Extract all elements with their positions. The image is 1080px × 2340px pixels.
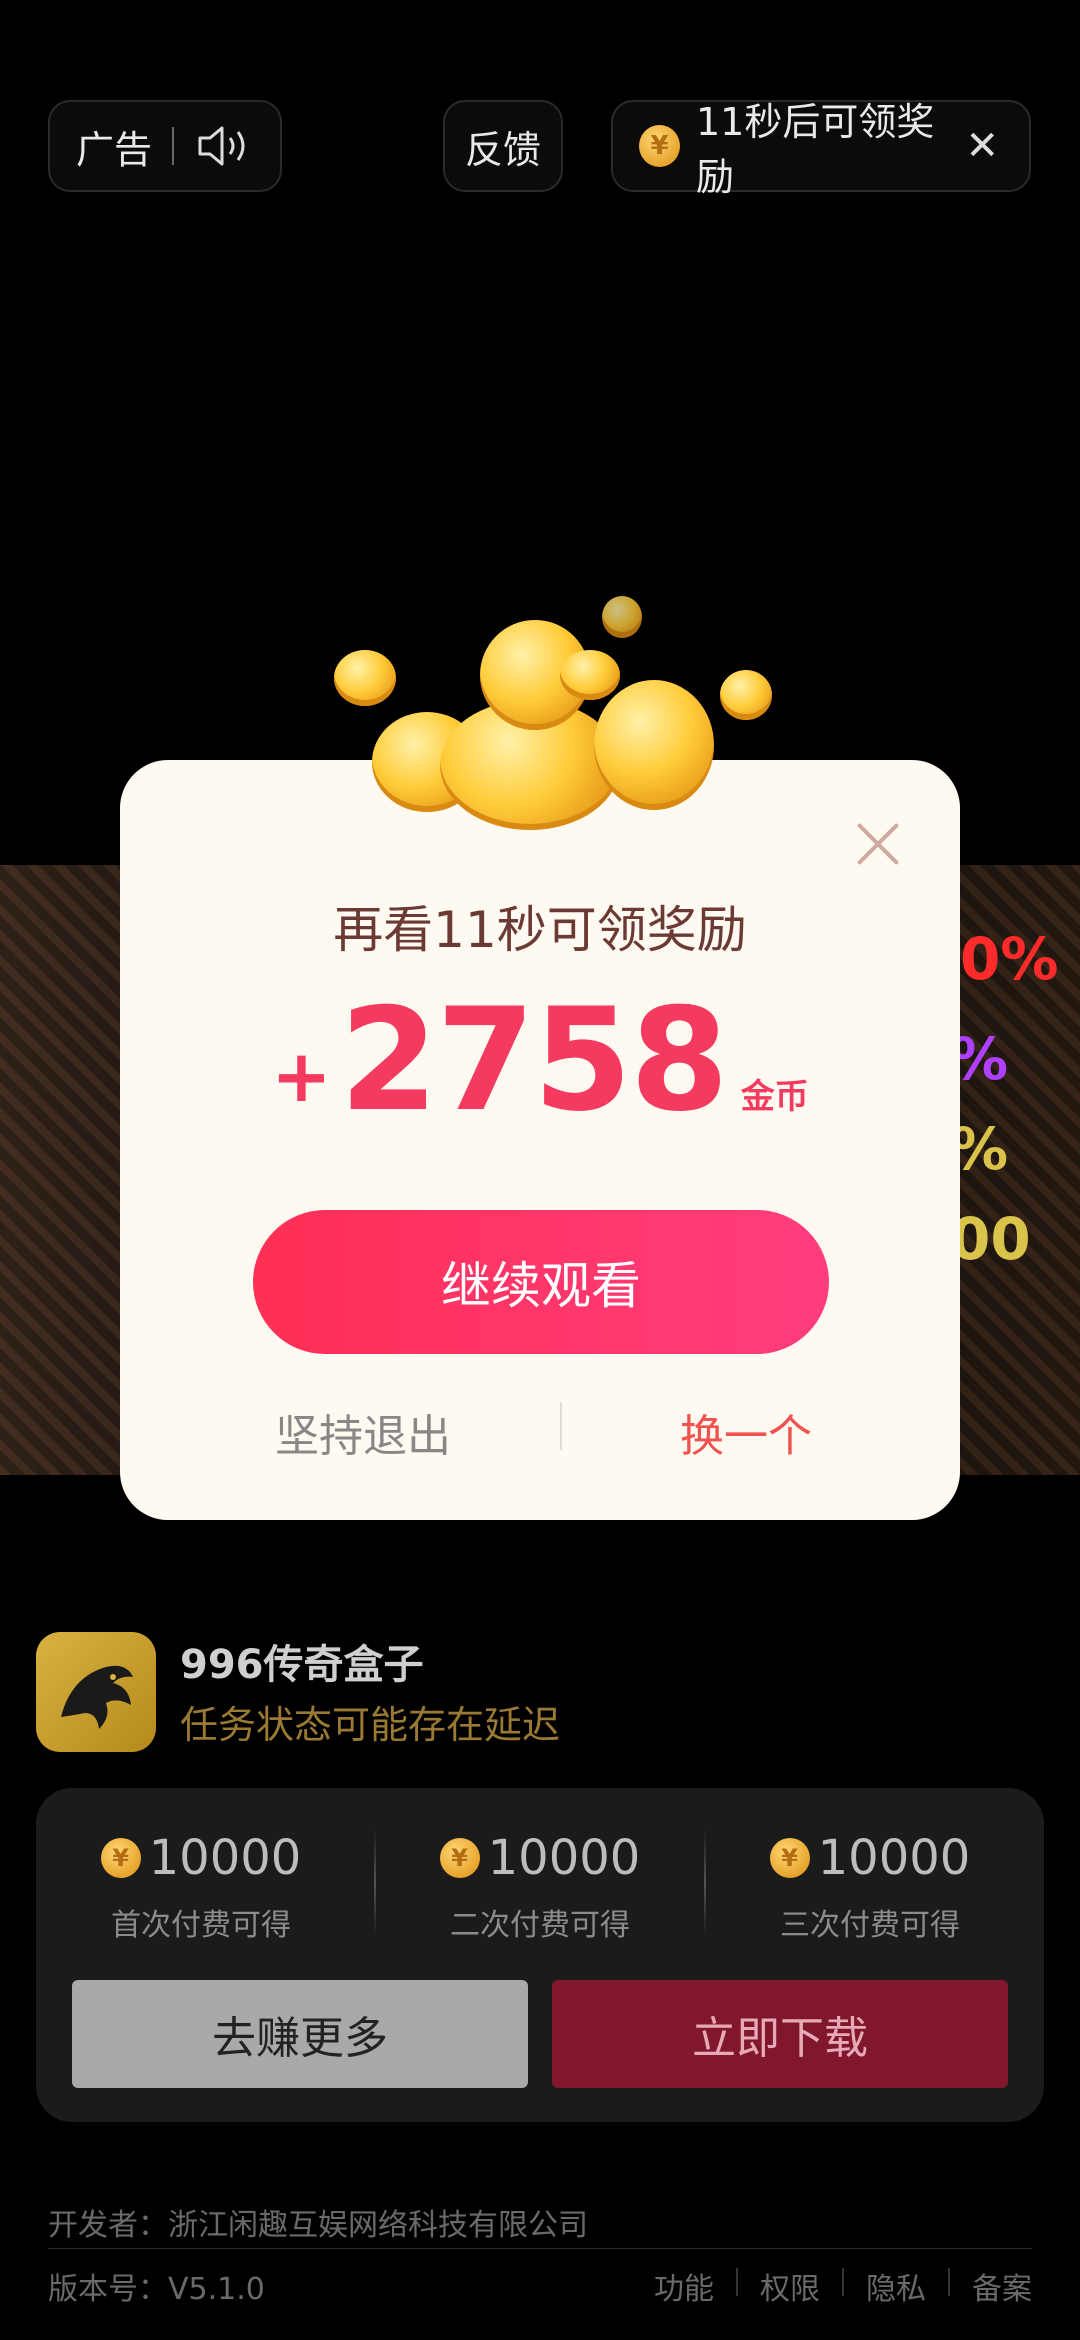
divider <box>172 127 175 165</box>
coin-amount: 2758 <box>339 978 729 1143</box>
footer-link-filing[interactable]: 备案 <box>972 2264 1032 2308</box>
divider <box>736 2268 738 2296</box>
timer-text: 11秒后可领奖励 <box>695 100 935 199</box>
earn-more-button[interactable]: 去赚更多 <box>72 1980 528 2088</box>
reward-label: 三次付费可得 <box>780 1908 960 1943</box>
footer-link-permissions[interactable]: 权限 <box>760 2264 820 2308</box>
divider <box>48 2248 1032 2249</box>
reward-label: 首次付费可得 <box>111 1908 291 1943</box>
reward-label: 二次付费可得 <box>450 1908 630 1943</box>
reward-item: ¥ 10000 首次付费可得 <box>36 1830 366 1944</box>
reward-item: ¥ 10000 二次付费可得 <box>375 1830 705 1944</box>
footer-link-privacy[interactable]: 隐私 <box>866 2264 926 2308</box>
reward-value: 10000 <box>817 1830 971 1886</box>
divider <box>560 1402 562 1450</box>
app-name: 996传奇盒子 <box>180 1642 424 1688</box>
modal-headline: 再看11秒可领奖励 <box>333 901 747 959</box>
divider <box>948 2268 950 2296</box>
quit-button[interactable]: 坚持退出 <box>275 1400 451 1464</box>
coin-icon: ¥ <box>769 1838 810 1878</box>
feedback-label: 反馈 <box>464 127 541 172</box>
developer-info: 开发者：浙江闲趣互娱网络科技有限公司 <box>48 2208 588 2243</box>
ad-label: 广告 <box>76 127 153 172</box>
reward-amount: + 2758 金币 <box>120 990 960 1132</box>
game-stat: 0% <box>960 925 1059 993</box>
dragon-icon <box>61 1665 133 1729</box>
reward-item: ¥ 10000 三次付费可得 <box>705 1830 1035 1944</box>
download-button[interactable]: 立即下载 <box>552 1980 1008 2088</box>
version-info: 版本号：V5.1.0 <box>48 2272 265 2307</box>
game-stat: 00 <box>950 1205 1031 1273</box>
ad-pill: 广告 <box>48 100 282 192</box>
switch-ad-button[interactable]: 换一个 <box>680 1400 812 1464</box>
feedback-button[interactable]: 反馈 <box>443 100 563 192</box>
reward-timer-pill: ¥ 11秒后可领奖励 ✕ <box>611 100 1031 199</box>
speaker-icon[interactable] <box>196 122 252 170</box>
coin-unit: 金币 <box>740 1077 809 1117</box>
coin-icon: ¥ <box>100 1838 141 1878</box>
divider <box>842 2268 844 2296</box>
continue-watching-button[interactable]: 继续观看 <box>253 1210 829 1354</box>
close-icon[interactable] <box>852 818 904 870</box>
footer-links: 功能 权限 隐私 备案 <box>654 2264 1032 2308</box>
reward-value: 10000 <box>487 1830 641 1886</box>
coin-icon: ¥ <box>439 1838 480 1878</box>
reward-value: 10000 <box>148 1830 302 1886</box>
app-status-note: 任务状态可能存在延迟 <box>180 1703 561 1747</box>
footer-link-features[interactable]: 功能 <box>654 2264 714 2308</box>
reward-modal: 再看11秒可领奖励 + 2758 金币 继续观看 坚持退出 换一个 <box>120 760 960 1520</box>
app-icon[interactable] <box>36 1632 156 1752</box>
payment-reward-card: ¥ 10000 首次付费可得 ¥ 10000 二次付费可得 ¥ 10000 三次… <box>36 1788 1044 2122</box>
close-icon[interactable]: ✕ <box>965 123 999 169</box>
plus-sign: + <box>271 1034 332 1118</box>
coin-icon: ¥ <box>639 125 680 167</box>
